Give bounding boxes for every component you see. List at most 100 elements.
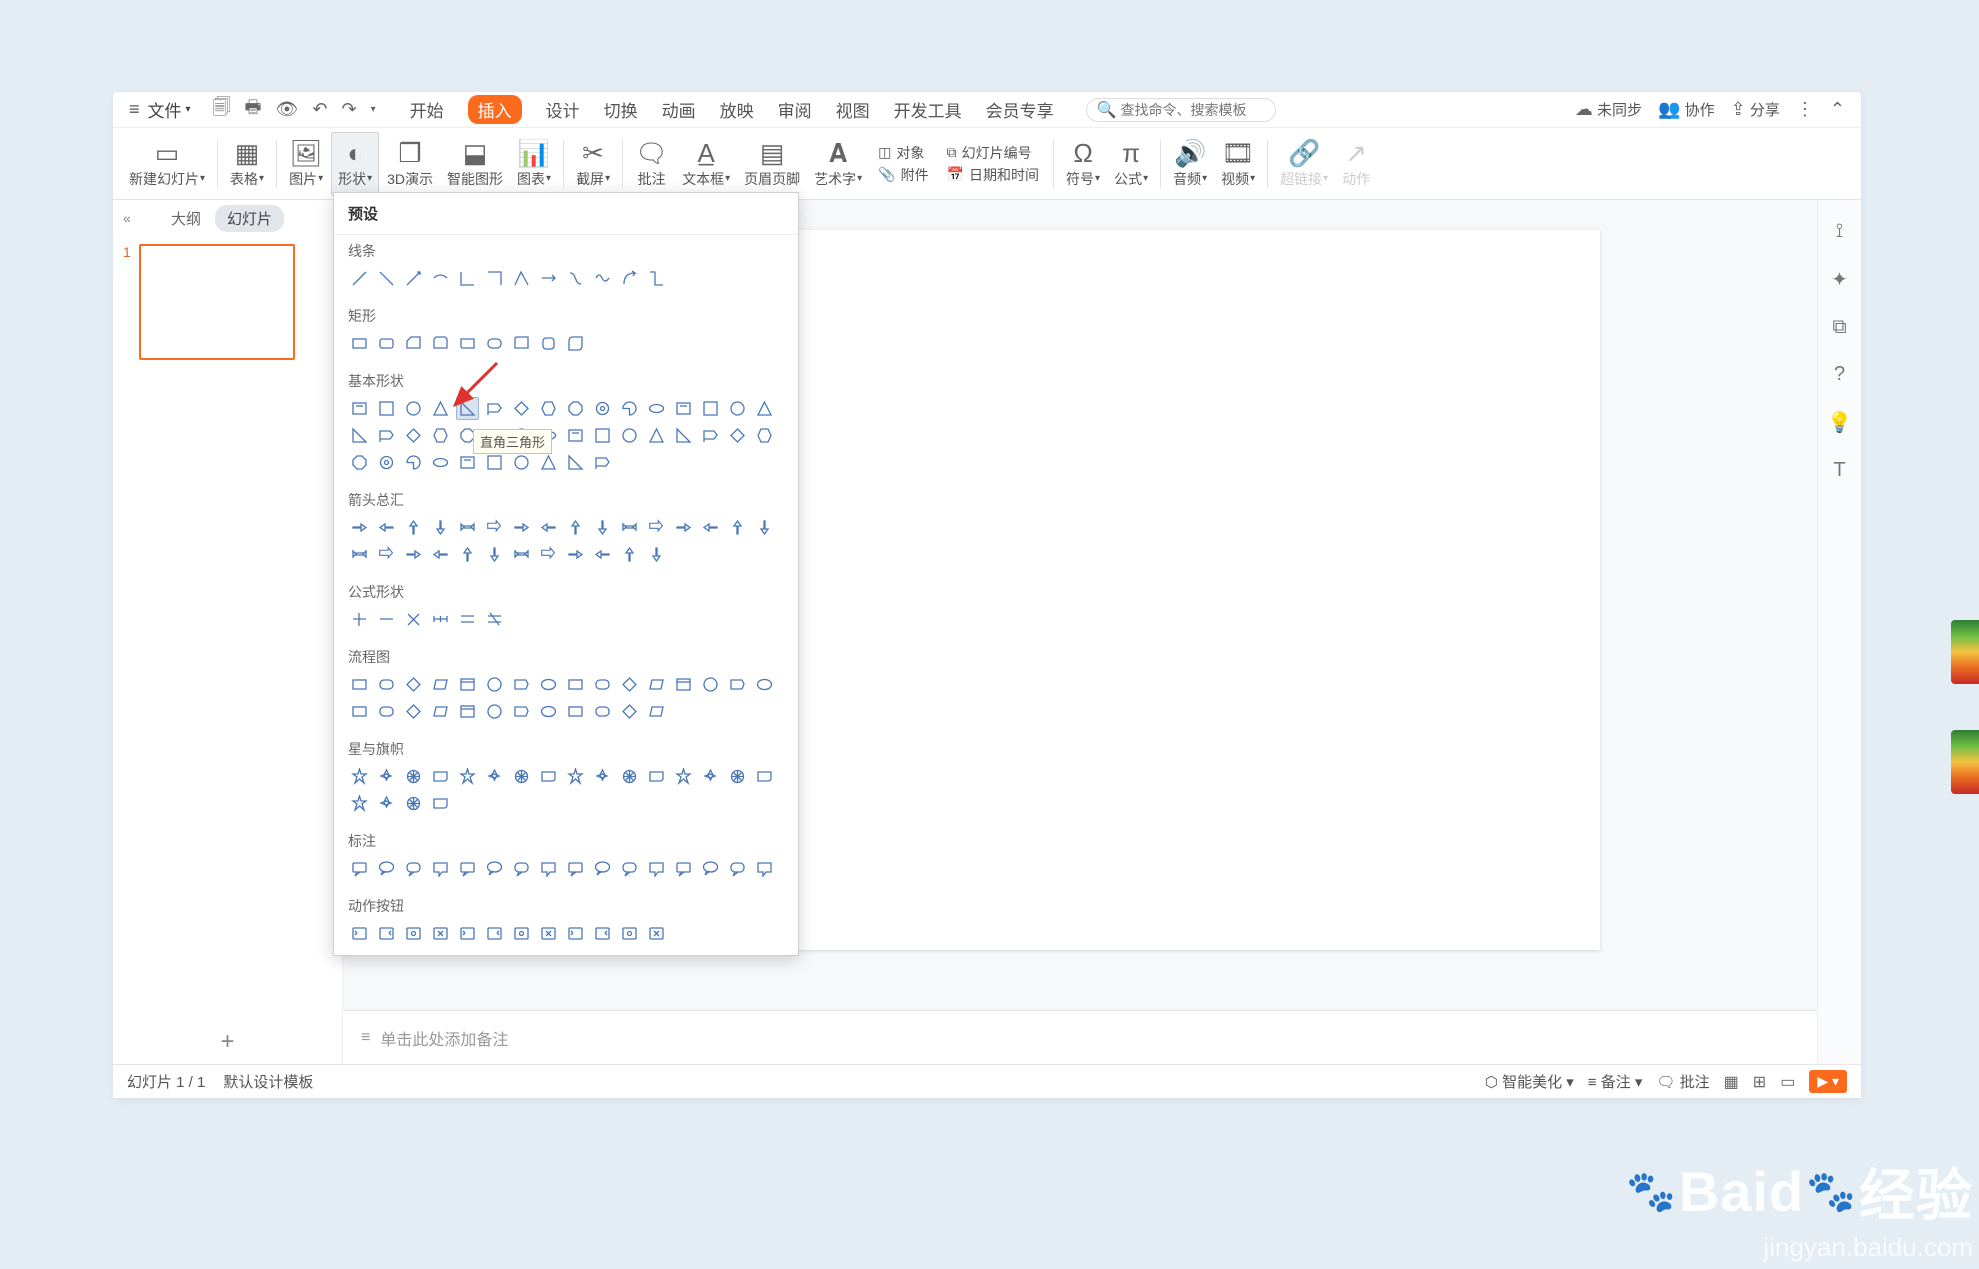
shape-option[interactable] xyxy=(348,332,371,355)
shape-option[interactable] xyxy=(483,543,506,566)
ribbon-comment[interactable]: 🗨批注 xyxy=(629,132,674,196)
tab-member[interactable]: 会员专享 xyxy=(986,97,1054,122)
shape-option[interactable] xyxy=(564,451,587,474)
shape-option[interactable] xyxy=(375,424,398,447)
ribbon-attachment[interactable]: 📎 附件 xyxy=(878,165,928,185)
view-sorter-icon[interactable]: ⊞ xyxy=(1753,1072,1766,1092)
shape-option[interactable] xyxy=(591,857,614,880)
shape-option[interactable] xyxy=(537,673,560,696)
edge-tab-2[interactable] xyxy=(1951,730,1979,794)
shape-option[interactable] xyxy=(402,857,425,880)
view-normal-icon[interactable]: ▦ xyxy=(1724,1072,1739,1092)
shape-option[interactable] xyxy=(726,673,749,696)
ribbon-screenshot[interactable]: ✂截屏▾ xyxy=(570,132,616,196)
ribbon-symbol[interactable]: Ω符号▾ xyxy=(1060,132,1106,196)
shape-option[interactable] xyxy=(429,608,452,631)
redo-icon[interactable]: ↷ xyxy=(341,99,356,120)
shape-option[interactable] xyxy=(699,424,722,447)
shape-option[interactable] xyxy=(483,922,506,945)
ribbon-equation[interactable]: π公式▾ xyxy=(1108,132,1154,196)
shape-option[interactable] xyxy=(402,451,425,474)
shape-option[interactable] xyxy=(348,857,371,880)
text-icon[interactable]: T xyxy=(1833,459,1845,482)
shape-option[interactable] xyxy=(456,700,479,723)
shape-option[interactable] xyxy=(348,792,371,815)
shape-option[interactable] xyxy=(618,543,641,566)
shape-option[interactable] xyxy=(645,543,668,566)
shape-option[interactable] xyxy=(483,608,506,631)
shape-option[interactable] xyxy=(537,857,560,880)
ribbon-slidenum[interactable]: ⧉ 幻灯片编号 xyxy=(947,143,1039,163)
shape-option[interactable] xyxy=(564,516,587,539)
shape-option[interactable] xyxy=(672,765,695,788)
shape-option[interactable] xyxy=(753,857,776,880)
shape-option[interactable] xyxy=(483,857,506,880)
shape-option[interactable] xyxy=(375,267,398,290)
ribbon-wordart[interactable]: 𝐀艺术字▾ xyxy=(808,132,868,196)
shape-option[interactable] xyxy=(645,397,668,420)
shape-option[interactable] xyxy=(645,922,668,945)
ribbon-table[interactable]: ▦表格▾ xyxy=(224,132,270,196)
shape-option[interactable] xyxy=(564,922,587,945)
ribbon-object[interactable]: ◫ 对象 xyxy=(878,143,928,163)
shape-option[interactable] xyxy=(564,700,587,723)
shape-option[interactable] xyxy=(564,332,587,355)
shape-option[interactable] xyxy=(510,332,533,355)
shape-option[interactable] xyxy=(429,543,452,566)
shape-option[interactable] xyxy=(591,922,614,945)
shape-option[interactable] xyxy=(753,765,776,788)
shape-option[interactable] xyxy=(591,397,614,420)
shape-option[interactable] xyxy=(645,424,668,447)
shape-option[interactable] xyxy=(618,267,641,290)
shape-option[interactable] xyxy=(375,857,398,880)
shape-option[interactable] xyxy=(429,765,452,788)
save-icon[interactable]: 🗐 xyxy=(213,95,231,125)
shape-option[interactable] xyxy=(753,673,776,696)
shape-option[interactable] xyxy=(483,700,506,723)
shape-option[interactable] xyxy=(564,424,587,447)
shape-option[interactable] xyxy=(510,765,533,788)
shape-option[interactable] xyxy=(375,922,398,945)
tab-view[interactable]: 视图 xyxy=(836,97,870,122)
shape-option[interactable] xyxy=(375,451,398,474)
shape-option[interactable] xyxy=(591,424,614,447)
tab-review[interactable]: 审阅 xyxy=(778,97,812,122)
shape-option[interactable] xyxy=(699,673,722,696)
shape-option[interactable] xyxy=(726,857,749,880)
shape-option[interactable] xyxy=(375,543,398,566)
shape-option[interactable] xyxy=(348,267,371,290)
ribbon-video[interactable]: 🎞视频▾ xyxy=(1215,132,1261,196)
shape-option[interactable] xyxy=(672,424,695,447)
shape-option[interactable] xyxy=(753,397,776,420)
ribbon-chart[interactable]: 📊图表▾ xyxy=(511,132,557,196)
shape-option[interactable] xyxy=(375,765,398,788)
template-icon[interactable]: ⧉ xyxy=(1832,316,1846,339)
ribbon-smartart[interactable]: ⬓智能图形 xyxy=(441,132,509,196)
shape-option[interactable] xyxy=(699,397,722,420)
ribbon-shapes[interactable]: ◐形状▾ xyxy=(331,132,379,196)
shape-option[interactable] xyxy=(726,765,749,788)
shape-option[interactable] xyxy=(348,608,371,631)
shape-option[interactable] xyxy=(456,397,479,420)
shape-option[interactable] xyxy=(672,516,695,539)
shape-option[interactable] xyxy=(645,765,668,788)
shape-option[interactable] xyxy=(699,857,722,880)
ribbon-3d[interactable]: ❒3D演示 xyxy=(381,132,439,196)
shape-option[interactable] xyxy=(402,922,425,945)
shape-option[interactable] xyxy=(483,267,506,290)
print-icon[interactable]: 🖶 xyxy=(245,95,262,125)
shape-option[interactable] xyxy=(429,451,452,474)
shape-option[interactable] xyxy=(537,397,560,420)
shape-option[interactable] xyxy=(402,424,425,447)
shape-option[interactable] xyxy=(618,673,641,696)
shape-option[interactable] xyxy=(348,397,371,420)
shape-option[interactable] xyxy=(564,397,587,420)
shape-option[interactable] xyxy=(348,424,371,447)
shape-option[interactable] xyxy=(375,792,398,815)
command-search[interactable]: 🔍 xyxy=(1086,98,1276,122)
smart-beautify[interactable]: ⬡ 智能美化 ▾ xyxy=(1485,1071,1574,1092)
shape-option[interactable] xyxy=(726,516,749,539)
shape-option[interactable] xyxy=(429,397,452,420)
shape-option[interactable] xyxy=(537,922,560,945)
shape-option[interactable] xyxy=(429,673,452,696)
